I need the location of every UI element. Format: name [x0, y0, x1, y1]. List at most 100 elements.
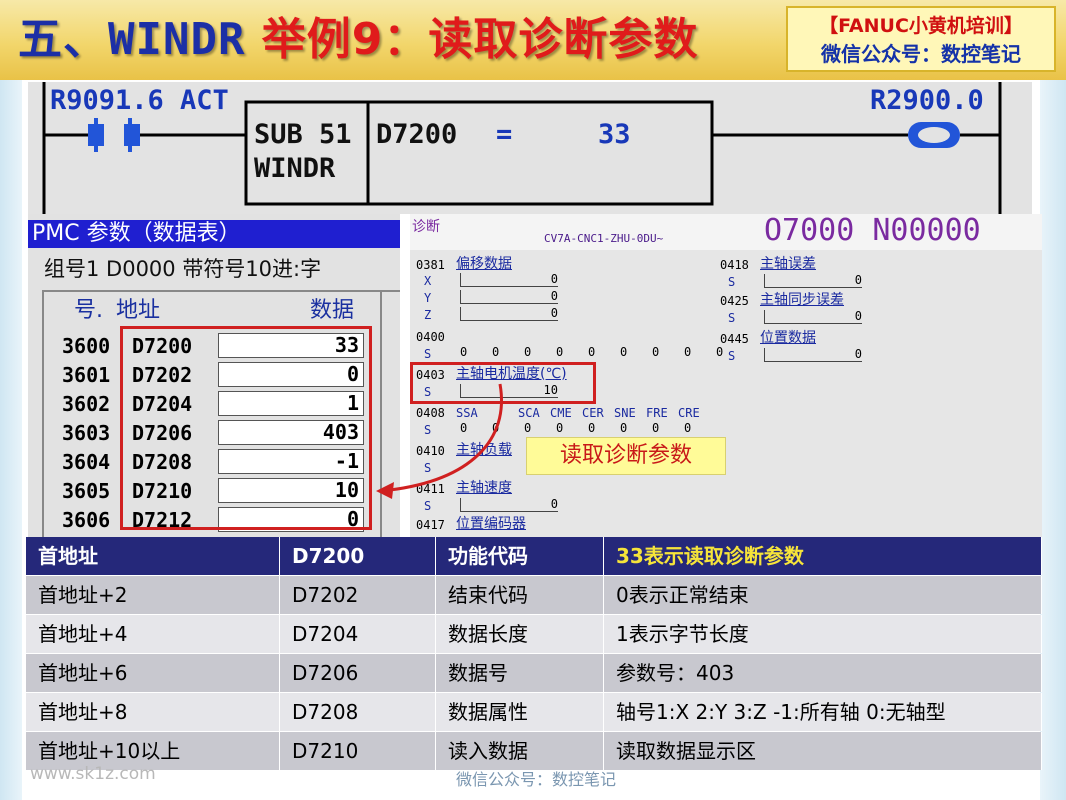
diag-bit-header: SNE [614, 406, 636, 420]
ladder-diagram: R9091.6 ACT SUB 51 WINDR D7200 = 33 R290… [28, 82, 1032, 214]
diag-value-0425: 0 [764, 310, 862, 324]
table-cell: 参数号：403 [604, 654, 1042, 692]
diag-bit: 0 [524, 345, 532, 359]
table-cell: 1表示字节长度 [604, 615, 1042, 653]
diag-program-number: O7000 N00000 [764, 214, 981, 248]
table-row: 首地址+8 D7208 数据属性 轴号1:X 2:Y 3:Z -1:所有轴 0:… [26, 693, 1042, 731]
pmc-highlight-box [120, 326, 372, 530]
diag-name-0418[interactable]: 主轴误差 [760, 256, 816, 272]
diag-bit: 0 [556, 345, 564, 359]
diag-label: 诊断 [412, 219, 440, 235]
pmc-title: PMC 参数（数据表） [28, 220, 400, 248]
diag-value-0418: 0 [764, 274, 862, 288]
table-cell: 0表示正常结束 [604, 576, 1042, 614]
table-row: 首地址+4 D7204 数据长度 1表示字节长度 [26, 615, 1042, 653]
diag-value-y: 0 [460, 290, 558, 304]
param-equals: = [496, 119, 513, 150]
table-cell: 轴号1:X 2:Y 3:Z -1:所有轴 0:无轴型 [604, 693, 1042, 731]
param-value: 33 [598, 119, 631, 150]
diag-bit-header: CME [550, 406, 572, 420]
table-row: 首地址+6 D7206 数据号 参数号：403 [26, 654, 1042, 692]
diag-bit: 0 [460, 345, 468, 359]
table-cell: 读取数据显示区 [604, 732, 1042, 770]
table-row: 首地址+10以上 D7210 读入数据 读取数据显示区 [26, 732, 1042, 770]
diag-bit-header: FRE [646, 406, 668, 420]
brand-line2: 微信公众号：数控笔记 [821, 42, 1021, 66]
table-cell: 首地址 [26, 537, 280, 575]
table-cell: 读入数据 [436, 732, 604, 770]
diag-bit-header: SCA [518, 406, 540, 420]
diag-bit: 0 [556, 421, 564, 435]
table-cell: 结束代码 [436, 576, 604, 614]
table-cell: D7206 [280, 654, 436, 692]
coil-icon [908, 122, 960, 148]
table-cell: 首地址+2 [26, 576, 280, 614]
sub-name: WINDR [254, 153, 336, 184]
diag-axis-z: Z [424, 308, 432, 322]
diag-bit-header: CER [582, 406, 604, 420]
diag-axis-x: X [424, 274, 432, 288]
pmc-col-no: 号. [74, 298, 103, 323]
table-cell: 数据号 [436, 654, 604, 692]
diag-bit: 0 [620, 421, 628, 435]
diag-bit: 0 [652, 421, 660, 435]
diag-s-label: S [728, 349, 736, 363]
diag-num-0400: 0400 [416, 330, 445, 344]
diag-num-0417: 0417 [416, 518, 445, 532]
diag-bit: 0 [492, 345, 500, 359]
diag-value-x: 0 [460, 273, 558, 287]
brand-box: 【FANUC小黄机培训】 微信公众号：数控笔记 [786, 6, 1056, 72]
diag-name-0445[interactable]: 位置数据 [760, 330, 816, 346]
param-address: D7200 [376, 119, 458, 150]
watermark: www.sk1z.com [30, 764, 156, 784]
diag-num-0445: 0445 [720, 332, 749, 346]
sub-function: SUB 51 [254, 119, 352, 150]
title-part2: 举例9：读取诊断参数 [261, 14, 699, 65]
diag-bit: 0 [524, 421, 532, 435]
pmc-subtitle: 组号1 D0000 带符号10进:字 [44, 257, 322, 281]
title-part1: 五、WINDR [18, 14, 246, 65]
diag-name-0417[interactable]: 位置编码器 [456, 516, 526, 532]
table-cell: 首地址+4 [26, 615, 280, 653]
diag-num-0418: 0418 [720, 258, 749, 272]
table-cell: 33表示读取诊断参数 [604, 537, 1042, 575]
table-header-row: 首地址 D7200 功能代码 33表示读取诊断参数 [26, 537, 1042, 575]
table-cell: D7202 [280, 576, 436, 614]
diag-bit: 0 [588, 345, 596, 359]
left-decoration [0, 80, 22, 800]
table-cell: 数据长度 [436, 615, 604, 653]
table-cell: 数据属性 [436, 693, 604, 731]
diag-value-0445: 0 [764, 348, 862, 362]
diag-bit: 0 [716, 345, 724, 359]
diag-num-0425: 0425 [720, 294, 749, 308]
diag-machine-name: CV7A-CNC1-ZHU-0DU~ [544, 232, 664, 245]
diag-bit: 0 [684, 345, 692, 359]
pmc-col-addr: 地址 [116, 298, 161, 323]
table-cell: 功能代码 [436, 537, 604, 575]
contact-icon [88, 118, 140, 152]
diag-bit: 0 [684, 421, 692, 435]
table-cell: 首地址+6 [26, 654, 280, 692]
table-row: 首地址+2 D7202 结束代码 0表示正常结束 [26, 576, 1042, 614]
table-cell: D7210 [280, 732, 436, 770]
diag-num-0381: 0381 [416, 258, 445, 272]
annotation-arrow [376, 383, 503, 499]
diag-bit: 0 [652, 345, 660, 359]
table-cell: D7208 [280, 693, 436, 731]
diag-s-label: S [728, 311, 736, 325]
annotation-label: 读取诊断参数 [526, 437, 726, 475]
pmc-col-data: 数据 [310, 298, 355, 323]
diag-s-label: S [728, 275, 736, 289]
contact-label: R9091.6 ACT [50, 85, 229, 116]
diag-axis-y: Y [424, 291, 432, 305]
diag-bit-header: CRE [678, 406, 700, 420]
coil-label: R2900.0 [870, 85, 984, 116]
diag-bit: 0 [588, 421, 596, 435]
pmc-param-panel: PMC 参数（数据表） 组号1 D0000 带符号10进:字 号. 地址 数据 … [28, 214, 400, 538]
diag-s-label: S [424, 347, 432, 361]
diag-bit: 0 [620, 345, 628, 359]
footer-text: 微信公众号：数控笔记 [456, 770, 617, 789]
diag-name-0425[interactable]: 主轴同步误差 [760, 292, 844, 308]
diag-value-z: 0 [460, 307, 558, 321]
diag-name-0381[interactable]: 偏移数据 [456, 256, 512, 272]
